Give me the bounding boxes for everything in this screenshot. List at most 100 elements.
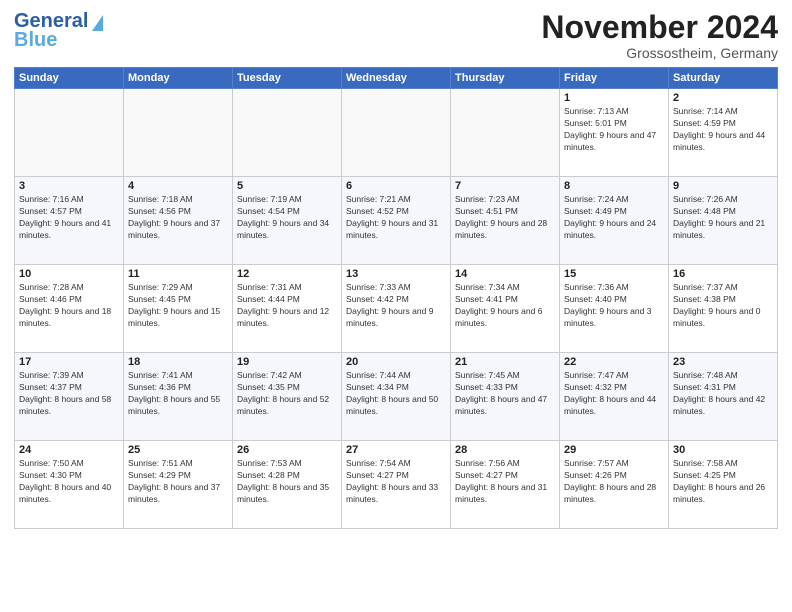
day-number: 12	[237, 268, 337, 280]
title-block: November 2024 Grossostheim, Germany	[541, 10, 778, 61]
day-info: Sunrise: 7:14 AM Sunset: 4:59 PM Dayligh…	[673, 106, 773, 154]
day-info: Sunrise: 7:45 AM Sunset: 4:33 PM Dayligh…	[455, 370, 555, 418]
calendar-header-row: SundayMondayTuesdayWednesdayThursdayFrid…	[15, 68, 778, 89]
calendar-cell: 29Sunrise: 7:57 AM Sunset: 4:26 PM Dayli…	[560, 441, 669, 529]
month-title: November 2024	[541, 10, 778, 45]
calendar-cell: 24 Sunrise: 7:50 AM Sunset: 4:30 PM Dayli…	[15, 441, 124, 529]
col-header-wednesday: Wednesday	[342, 68, 451, 89]
calendar-cell: 9 Sunrise: 7:26 AM Sunset: 4:48 PM Daylig…	[669, 177, 778, 265]
day-info: Sunrise: 7:21 AM Sunset: 4:52 PM Dayligh…	[346, 194, 446, 242]
col-header-friday: Friday	[560, 68, 669, 89]
day-number: 16	[673, 268, 773, 280]
calendar-cell: 13Sunrise: 7:33 AM Sunset: 4:42 PM Dayli…	[342, 265, 451, 353]
calendar-cell: 7 Sunrise: 7:23 AM Sunset: 4:51 PM Daylig…	[451, 177, 560, 265]
day-info: Sunrise: 7:16 AM Sunset: 4:57 PM Dayligh…	[19, 194, 119, 242]
day-info: Sunrise: 7:48 AM Sunset: 4:31 PM Dayligh…	[673, 370, 773, 418]
logo-blue-text: Blue	[14, 29, 57, 52]
header: General Blue November 2024 Grossostheim,…	[14, 10, 778, 61]
col-header-sunday: Sunday	[15, 68, 124, 89]
week-row-5: 24 Sunrise: 7:50 AM Sunset: 4:30 PM Dayli…	[15, 441, 778, 529]
calendar-cell: 14 Sunrise: 7:34 AM Sunset: 4:41 PM Dayli…	[451, 265, 560, 353]
day-number: 20	[346, 356, 446, 368]
day-info: Sunrise: 7:24 AM Sunset: 4:49 PM Dayligh…	[564, 194, 664, 242]
day-info: Sunrise: 7:44 AM Sunset: 4:34 PM Dayligh…	[346, 370, 446, 418]
day-info: Sunrise: 7:31 AM Sunset: 4:44 PM Dayligh…	[237, 282, 337, 330]
calendar-cell	[15, 89, 124, 177]
calendar-cell: 2 Sunrise: 7:14 AM Sunset: 4:59 PM Daylig…	[669, 89, 778, 177]
day-number: 10	[19, 268, 119, 280]
calendar-cell: 28 Sunrise: 7:56 AM Sunset: 4:27 PM Dayli…	[451, 441, 560, 529]
day-number: 28	[455, 444, 555, 456]
calendar-cell: 17 Sunrise: 7:39 AM Sunset: 4:37 PM Dayli…	[15, 353, 124, 441]
day-number: 19	[237, 356, 337, 368]
calendar-cell: 22Sunrise: 7:47 AM Sunset: 4:32 PM Dayli…	[560, 353, 669, 441]
calendar-cell: 30 Sunrise: 7:58 AM Sunset: 4:25 PM Dayli…	[669, 441, 778, 529]
day-number: 14	[455, 268, 555, 280]
day-info: Sunrise: 7:50 AM Sunset: 4:30 PM Dayligh…	[19, 458, 119, 506]
day-info: Sunrise: 7:39 AM Sunset: 4:37 PM Dayligh…	[19, 370, 119, 418]
day-number: 7	[455, 180, 555, 192]
day-number: 26	[237, 444, 337, 456]
day-info: Sunrise: 7:23 AM Sunset: 4:51 PM Dayligh…	[455, 194, 555, 242]
calendar-cell: 21 Sunrise: 7:45 AM Sunset: 4:33 PM Dayli…	[451, 353, 560, 441]
calendar-cell	[124, 89, 233, 177]
day-number: 2	[673, 92, 773, 104]
calendar-cell: 26 Sunrise: 7:53 AM Sunset: 4:28 PM Dayli…	[233, 441, 342, 529]
calendar-cell: 3Sunrise: 7:16 AM Sunset: 4:57 PM Daylig…	[15, 177, 124, 265]
day-info: Sunrise: 7:13 AM Sunset: 5:01 PM Dayligh…	[564, 106, 664, 154]
col-header-monday: Monday	[124, 68, 233, 89]
day-number: 23	[673, 356, 773, 368]
calendar-cell: 25 Sunrise: 7:51 AM Sunset: 4:29 PM Dayli…	[124, 441, 233, 529]
day-number: 17	[19, 356, 119, 368]
day-info: Sunrise: 7:41 AM Sunset: 4:36 PM Dayligh…	[128, 370, 228, 418]
day-info: Sunrise: 7:54 AM Sunset: 4:27 PM Dayligh…	[346, 458, 446, 506]
col-header-thursday: Thursday	[451, 68, 560, 89]
day-info: Sunrise: 7:56 AM Sunset: 4:27 PM Dayligh…	[455, 458, 555, 506]
day-info: Sunrise: 7:26 AM Sunset: 4:48 PM Dayligh…	[673, 194, 773, 242]
calendar-cell: 5Sunrise: 7:19 AM Sunset: 4:54 PM Daylig…	[233, 177, 342, 265]
day-info: Sunrise: 7:19 AM Sunset: 4:54 PM Dayligh…	[237, 194, 337, 242]
day-info: Sunrise: 7:51 AM Sunset: 4:29 PM Dayligh…	[128, 458, 228, 506]
calendar-cell: 1 Sunrise: 7:13 AM Sunset: 5:01 PM Daylig…	[560, 89, 669, 177]
week-row-1: 1 Sunrise: 7:13 AM Sunset: 5:01 PM Daylig…	[15, 89, 778, 177]
day-number: 15	[564, 268, 664, 280]
day-info: Sunrise: 7:18 AM Sunset: 4:56 PM Dayligh…	[128, 194, 228, 242]
day-info: Sunrise: 7:57 AM Sunset: 4:26 PM Dayligh…	[564, 458, 664, 506]
logo-triangle-icon	[92, 15, 103, 31]
day-number: 9	[673, 180, 773, 192]
day-number: 18	[128, 356, 228, 368]
calendar-cell: 19Sunrise: 7:42 AM Sunset: 4:35 PM Dayli…	[233, 353, 342, 441]
day-info: Sunrise: 7:58 AM Sunset: 4:25 PM Dayligh…	[673, 458, 773, 506]
day-number: 30	[673, 444, 773, 456]
day-number: 11	[128, 268, 228, 280]
week-row-4: 17 Sunrise: 7:39 AM Sunset: 4:37 PM Dayli…	[15, 353, 778, 441]
day-info: Sunrise: 7:34 AM Sunset: 4:41 PM Dayligh…	[455, 282, 555, 330]
day-info: Sunrise: 7:36 AM Sunset: 4:40 PM Dayligh…	[564, 282, 664, 330]
day-number: 24	[19, 444, 119, 456]
calendar-cell: 6Sunrise: 7:21 AM Sunset: 4:52 PM Daylig…	[342, 177, 451, 265]
calendar-cell: 12 Sunrise: 7:31 AM Sunset: 4:44 PM Dayli…	[233, 265, 342, 353]
week-row-2: 3Sunrise: 7:16 AM Sunset: 4:57 PM Daylig…	[15, 177, 778, 265]
day-number: 8	[564, 180, 664, 192]
day-number: 21	[455, 356, 555, 368]
day-info: Sunrise: 7:28 AM Sunset: 4:46 PM Dayligh…	[19, 282, 119, 330]
day-number: 25	[128, 444, 228, 456]
day-number: 1	[564, 92, 664, 104]
page: General Blue November 2024 Grossostheim,…	[0, 0, 792, 612]
calendar-cell: 27Sunrise: 7:54 AM Sunset: 4:27 PM Dayli…	[342, 441, 451, 529]
calendar-cell: 16Sunrise: 7:37 AM Sunset: 4:38 PM Dayli…	[669, 265, 778, 353]
day-info: Sunrise: 7:29 AM Sunset: 4:45 PM Dayligh…	[128, 282, 228, 330]
location: Grossostheim, Germany	[541, 45, 778, 61]
calendar-cell: 10 Sunrise: 7:28 AM Sunset: 4:46 PM Dayli…	[15, 265, 124, 353]
day-number: 4	[128, 180, 228, 192]
day-info: Sunrise: 7:53 AM Sunset: 4:28 PM Dayligh…	[237, 458, 337, 506]
day-info: Sunrise: 7:33 AM Sunset: 4:42 PM Dayligh…	[346, 282, 446, 330]
calendar-cell	[451, 89, 560, 177]
calendar-cell	[342, 89, 451, 177]
calendar-cell: 18 Sunrise: 7:41 AM Sunset: 4:36 PM Dayli…	[124, 353, 233, 441]
day-number: 22	[564, 356, 664, 368]
calendar-cell: 20 Sunrise: 7:44 AM Sunset: 4:34 PM Dayli…	[342, 353, 451, 441]
calendar-cell	[233, 89, 342, 177]
calendar-cell: 4 Sunrise: 7:18 AM Sunset: 4:56 PM Daylig…	[124, 177, 233, 265]
calendar-cell: 15 Sunrise: 7:36 AM Sunset: 4:40 PM Dayli…	[560, 265, 669, 353]
